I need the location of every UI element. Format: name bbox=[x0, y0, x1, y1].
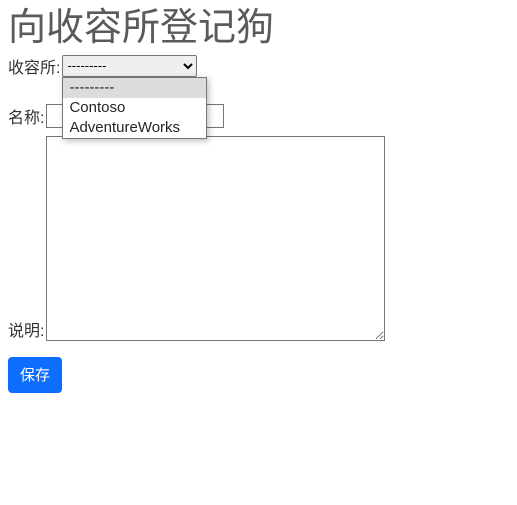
description-input[interactable] bbox=[46, 136, 385, 341]
description-label: 说明: bbox=[8, 317, 44, 341]
shelter-dropdown-list: --------- Contoso AdventureWorks bbox=[62, 77, 207, 139]
page-title: 向收容所登记狗 bbox=[8, 8, 509, 50]
save-button[interactable]: 保存 bbox=[8, 357, 62, 393]
shelter-option-contoso[interactable]: Contoso bbox=[63, 98, 206, 118]
shelter-select[interactable]: --------- bbox=[62, 55, 197, 77]
shelter-option-placeholder[interactable]: --------- bbox=[63, 78, 206, 98]
shelter-option-adventureworks[interactable]: AdventureWorks bbox=[63, 118, 206, 138]
description-row: 说明: bbox=[8, 136, 509, 341]
shelter-select-wrap: --------- --------- Contoso AdventureWor… bbox=[62, 55, 197, 77]
name-label: 名称: bbox=[8, 104, 44, 128]
shelter-row: 收容所: --------- --------- Contoso Adventu… bbox=[8, 54, 509, 78]
shelter-label: 收容所: bbox=[8, 54, 60, 78]
